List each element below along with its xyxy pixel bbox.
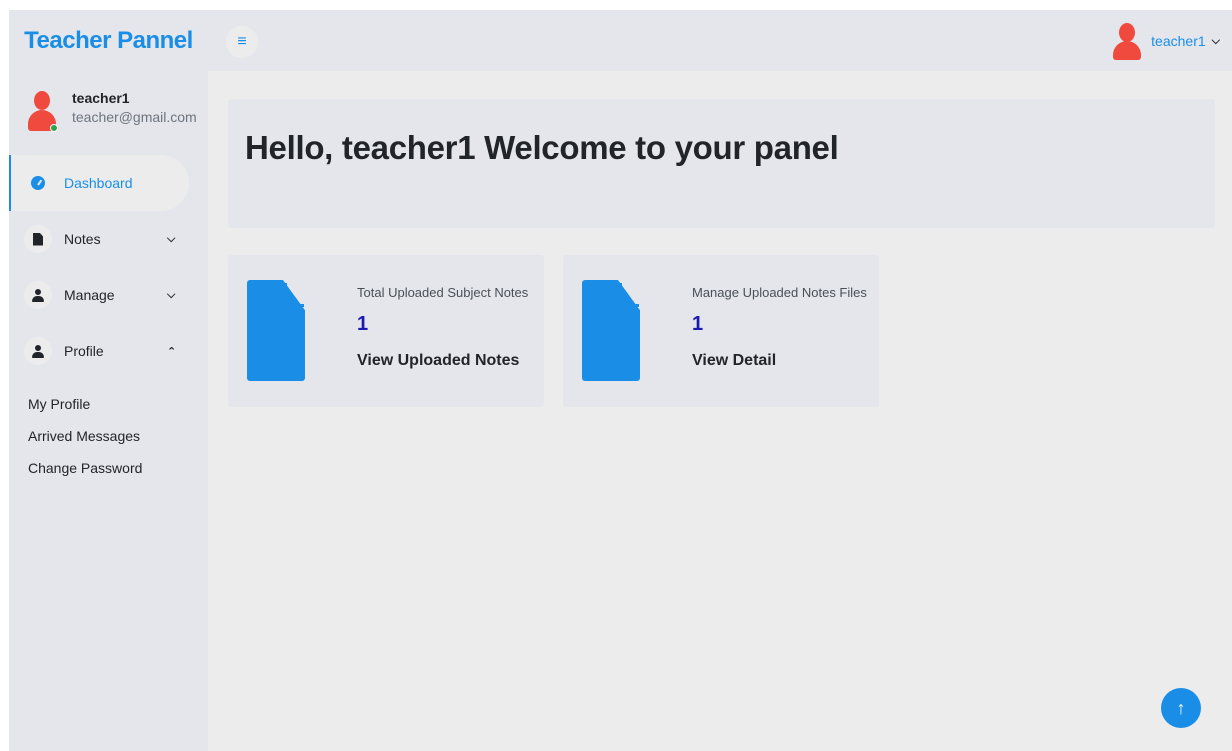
sidebar: Teacher Pannel teacher1 teacher@gmail.co…: [9, 10, 208, 751]
brand-title: Teacher Pannel: [24, 26, 193, 54]
app-frame: Teacher Pannel teacher1 teacher@gmail.co…: [9, 10, 1232, 751]
sidebar-item-dashboard[interactable]: Dashboard: [9, 155, 189, 211]
user-icon: [24, 337, 52, 365]
dashboard-icon: [24, 169, 52, 197]
view-uploaded-notes-link[interactable]: View Uploaded Notes: [357, 352, 519, 370]
header-user-name: teacher1: [1151, 33, 1206, 49]
user-icon: [24, 281, 52, 309]
chevron-up-icon: ⌃: [167, 345, 177, 358]
online-status-dot: [50, 124, 58, 132]
sidebar-item-notes[interactable]: Notes ⌵: [9, 211, 208, 267]
avatar: [1113, 22, 1142, 60]
chevron-down-icon: ⌵: [167, 232, 176, 245]
sidebar-item-label: Manage: [64, 287, 115, 303]
card-caption: Total Uploaded Subject Notes: [357, 285, 529, 300]
chevron-down-icon: ⌵: [167, 288, 176, 301]
arrow-up-icon: ↑: [1176, 697, 1186, 718]
profile-submenu: My Profile Arrived Messages Change Passw…: [28, 395, 142, 491]
brand[interactable]: Teacher Pannel: [9, 10, 208, 71]
file-icon: [24, 225, 52, 253]
submenu-arrived-messages[interactable]: Arrived Messages: [28, 427, 142, 459]
sidebar-item-label: Notes: [64, 231, 101, 247]
card-count: 1: [357, 313, 369, 335]
submenu-change-password[interactable]: Change Password: [28, 459, 142, 491]
sidebar-item-label: Dashboard: [64, 175, 133, 191]
chevron-down-icon: ⌵: [1211, 34, 1220, 47]
card-count: 1: [692, 313, 704, 335]
scroll-to-top-button[interactable]: ↑: [1161, 688, 1201, 728]
sidebar-user-email: teacher@gmail.com: [72, 109, 197, 125]
sidebar-item-label: Profile: [64, 343, 104, 359]
sidebar-menu: Dashboard Notes ⌵ Manage ⌵ Profile ⌃: [9, 155, 208, 379]
uploaded-notes-card: Total Uploaded Subject Notes 1 View Uplo…: [228, 255, 544, 407]
sidebar-item-profile[interactable]: Profile ⌃: [9, 323, 208, 379]
page-title: Hello, teacher1 Welcome to your panel: [245, 129, 839, 166]
sidebar-item-manage[interactable]: Manage ⌵: [9, 267, 208, 323]
welcome-banner: Hello, teacher1 Welcome to your panel: [228, 99, 1215, 228]
manage-notes-card: Manage Uploaded Notes Files 1 View Detai…: [563, 255, 879, 407]
sidebar-user-name: teacher1: [72, 90, 130, 106]
user-menu[interactable]: teacher1 ⌵: [1113, 22, 1220, 60]
top-header: ≡ teacher1 ⌵: [208, 10, 1232, 71]
sidebar-user: teacher1 teacher@gmail.com: [26, 88, 208, 138]
hamburger-icon[interactable]: ≡: [226, 26, 258, 58]
submenu-my-profile[interactable]: My Profile: [28, 395, 142, 427]
card-caption: Manage Uploaded Notes Files: [692, 285, 867, 300]
view-detail-link[interactable]: View Detail: [692, 352, 776, 370]
